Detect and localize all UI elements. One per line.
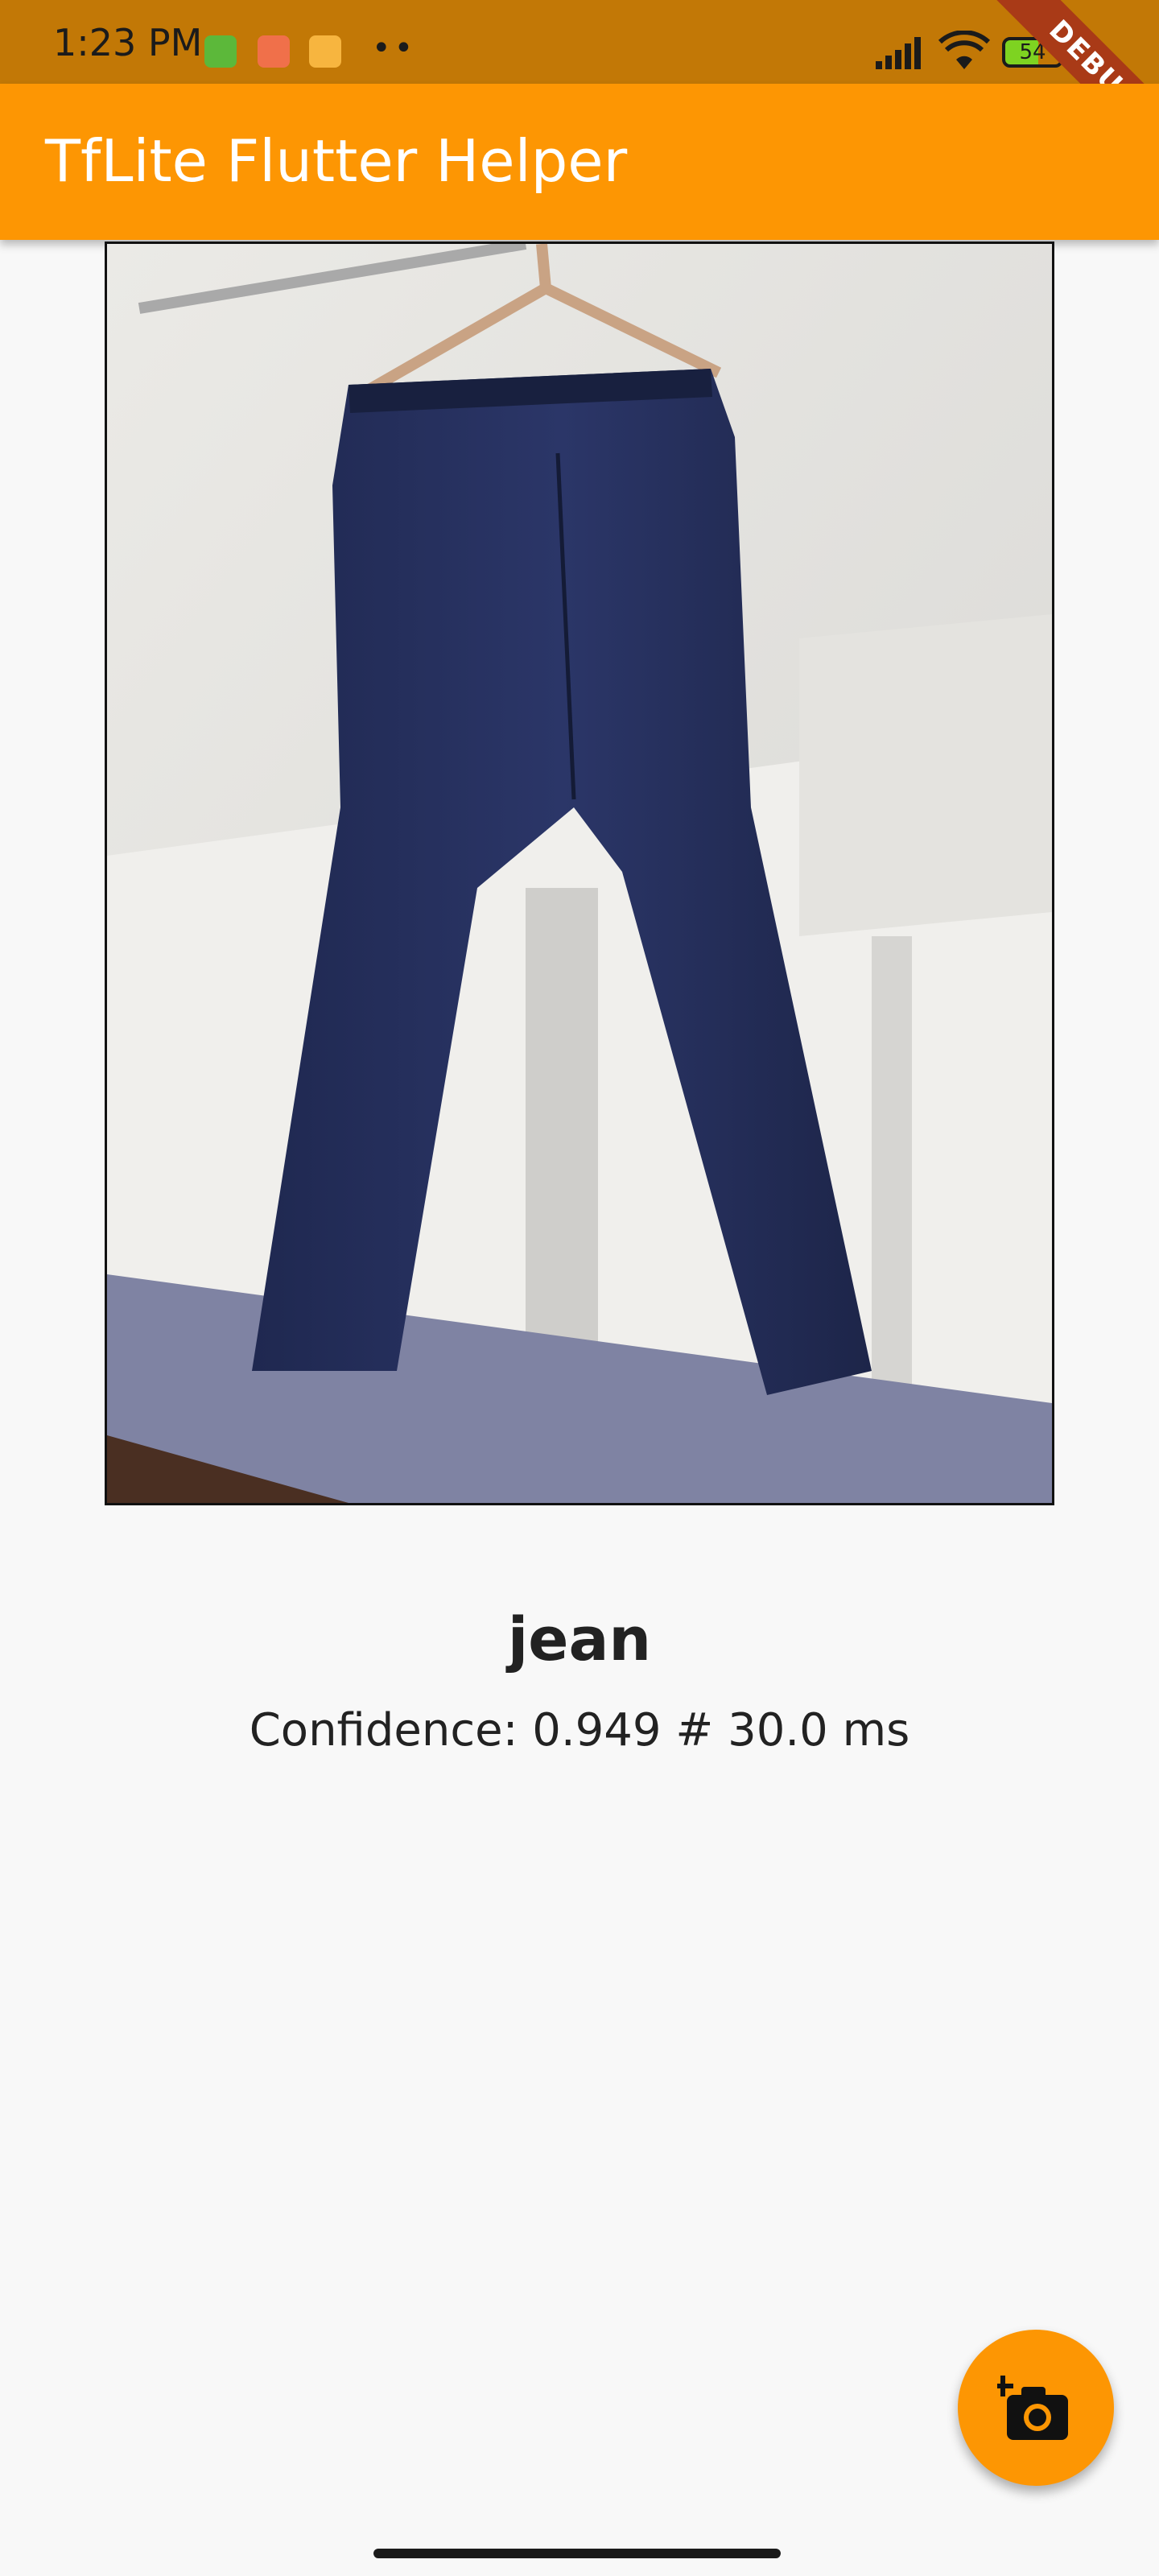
add-photo-button[interactable] [958,2330,1114,2486]
signal-icon [876,37,921,69]
jeans-photo [107,244,1052,1503]
home-indicator[interactable] [373,2549,781,2558]
gallery-icon [309,35,341,68]
app-title: TfLite Flutter Helper [45,127,628,195]
add-a-photo-icon [997,2376,1068,2440]
status-time: 1:23 PM [53,21,203,64]
status-bar: 1:23 PM •• 54 DEBUG [0,0,1159,177]
android-icon [204,35,237,68]
result-label: jean [507,1605,652,1674]
shopping-icon [258,35,290,68]
result-confidence: Confidence: 0.949 # 30.0 ms [249,1704,910,1757]
more-notifications-indicator: •• [372,30,417,67]
app-bar: TfLite Flutter Helper [0,84,1159,240]
classified-image [105,242,1054,1505]
